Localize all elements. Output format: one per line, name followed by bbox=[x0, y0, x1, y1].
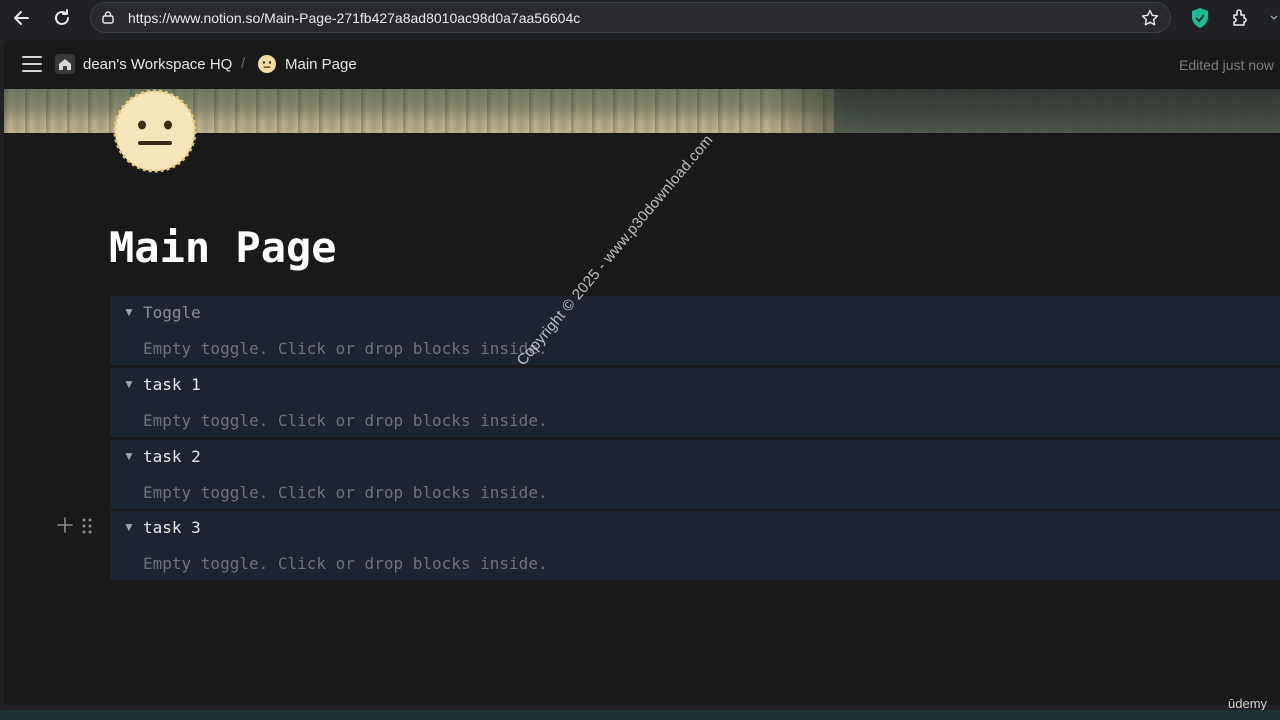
cover-dark-water bbox=[834, 89, 1280, 133]
toggle-empty-hint[interactable]: Empty toggle. Click or drop blocks insid… bbox=[143, 554, 548, 573]
toggle-title[interactable]: task 3 bbox=[143, 518, 201, 537]
site-info-icon[interactable] bbox=[101, 10, 115, 24]
toggle-empty-hint[interactable]: Empty toggle. Click or drop blocks insid… bbox=[143, 411, 548, 430]
page-icon-neutral-face-emoji[interactable] bbox=[112, 88, 198, 174]
toggle-title[interactable]: Toggle bbox=[143, 303, 201, 322]
breadcrumb-workspace[interactable]: dean's Workspace HQ bbox=[83, 56, 232, 73]
page-title[interactable]: Main Page bbox=[109, 223, 337, 272]
udemy-logo: ūdemy bbox=[1228, 696, 1268, 711]
toggle-block[interactable]: ▼ task 2 Empty toggle. Click or drop blo… bbox=[110, 440, 1280, 509]
edit-status: Edited just now bbox=[1179, 57, 1274, 73]
reload-icon[interactable] bbox=[48, 4, 76, 32]
workspace-home-icon[interactable] bbox=[55, 54, 75, 74]
notion-app: dean's Workspace HQ / Main Page Edited j… bbox=[4, 40, 1280, 705]
toggle-block[interactable]: ▼ Toggle Empty toggle. Click or drop blo… bbox=[110, 296, 1280, 365]
taskbar-strip bbox=[0, 710, 1280, 720]
url-text[interactable]: https://www.notion.so/Main-Page-271fb427… bbox=[128, 10, 580, 26]
bookmark-star-icon[interactable] bbox=[1140, 8, 1160, 28]
drag-handle-icon[interactable] bbox=[81, 517, 93, 535]
toggle-triangle-icon[interactable]: ▼ bbox=[123, 520, 135, 534]
shield-extension-icon[interactable] bbox=[1190, 7, 1210, 29]
breadcrumb-separator: / bbox=[241, 55, 246, 72]
back-arrow-icon[interactable] bbox=[8, 4, 36, 32]
page-topbar: dean's Workspace HQ / Main Page Edited j… bbox=[4, 40, 1280, 89]
neutral-face-emoji-icon bbox=[258, 55, 276, 73]
sidebar-menu-icon[interactable] bbox=[22, 56, 42, 72]
toggle-block[interactable]: ▼ task 1 Empty toggle. Click or drop blo… bbox=[110, 368, 1280, 437]
toggle-empty-hint[interactable]: Empty toggle. Click or drop blocks insid… bbox=[143, 339, 548, 358]
add-block-plus-icon[interactable] bbox=[56, 516, 74, 534]
toggle-block[interactable]: ▼ task 3 Empty toggle. Click or drop blo… bbox=[110, 511, 1280, 580]
breadcrumb-page[interactable]: Main Page bbox=[285, 56, 357, 73]
toggle-title[interactable]: task 2 bbox=[143, 447, 201, 466]
toggle-triangle-icon[interactable]: ▼ bbox=[123, 377, 135, 391]
browser-toolbar: https://www.notion.so/Main-Page-271fb427… bbox=[0, 0, 1280, 36]
toggle-title[interactable]: task 1 bbox=[143, 375, 201, 394]
toggle-empty-hint[interactable]: Empty toggle. Click or drop blocks insid… bbox=[143, 483, 548, 502]
block-actions bbox=[56, 514, 100, 538]
toggle-triangle-icon[interactable]: ▼ bbox=[123, 305, 135, 319]
more-menu-icon[interactable] bbox=[1268, 8, 1280, 28]
toggle-triangle-icon[interactable]: ▼ bbox=[123, 449, 135, 463]
extensions-puzzle-icon[interactable] bbox=[1230, 7, 1252, 29]
address-bar[interactable]: https://www.notion.so/Main-Page-271fb427… bbox=[90, 2, 1171, 33]
